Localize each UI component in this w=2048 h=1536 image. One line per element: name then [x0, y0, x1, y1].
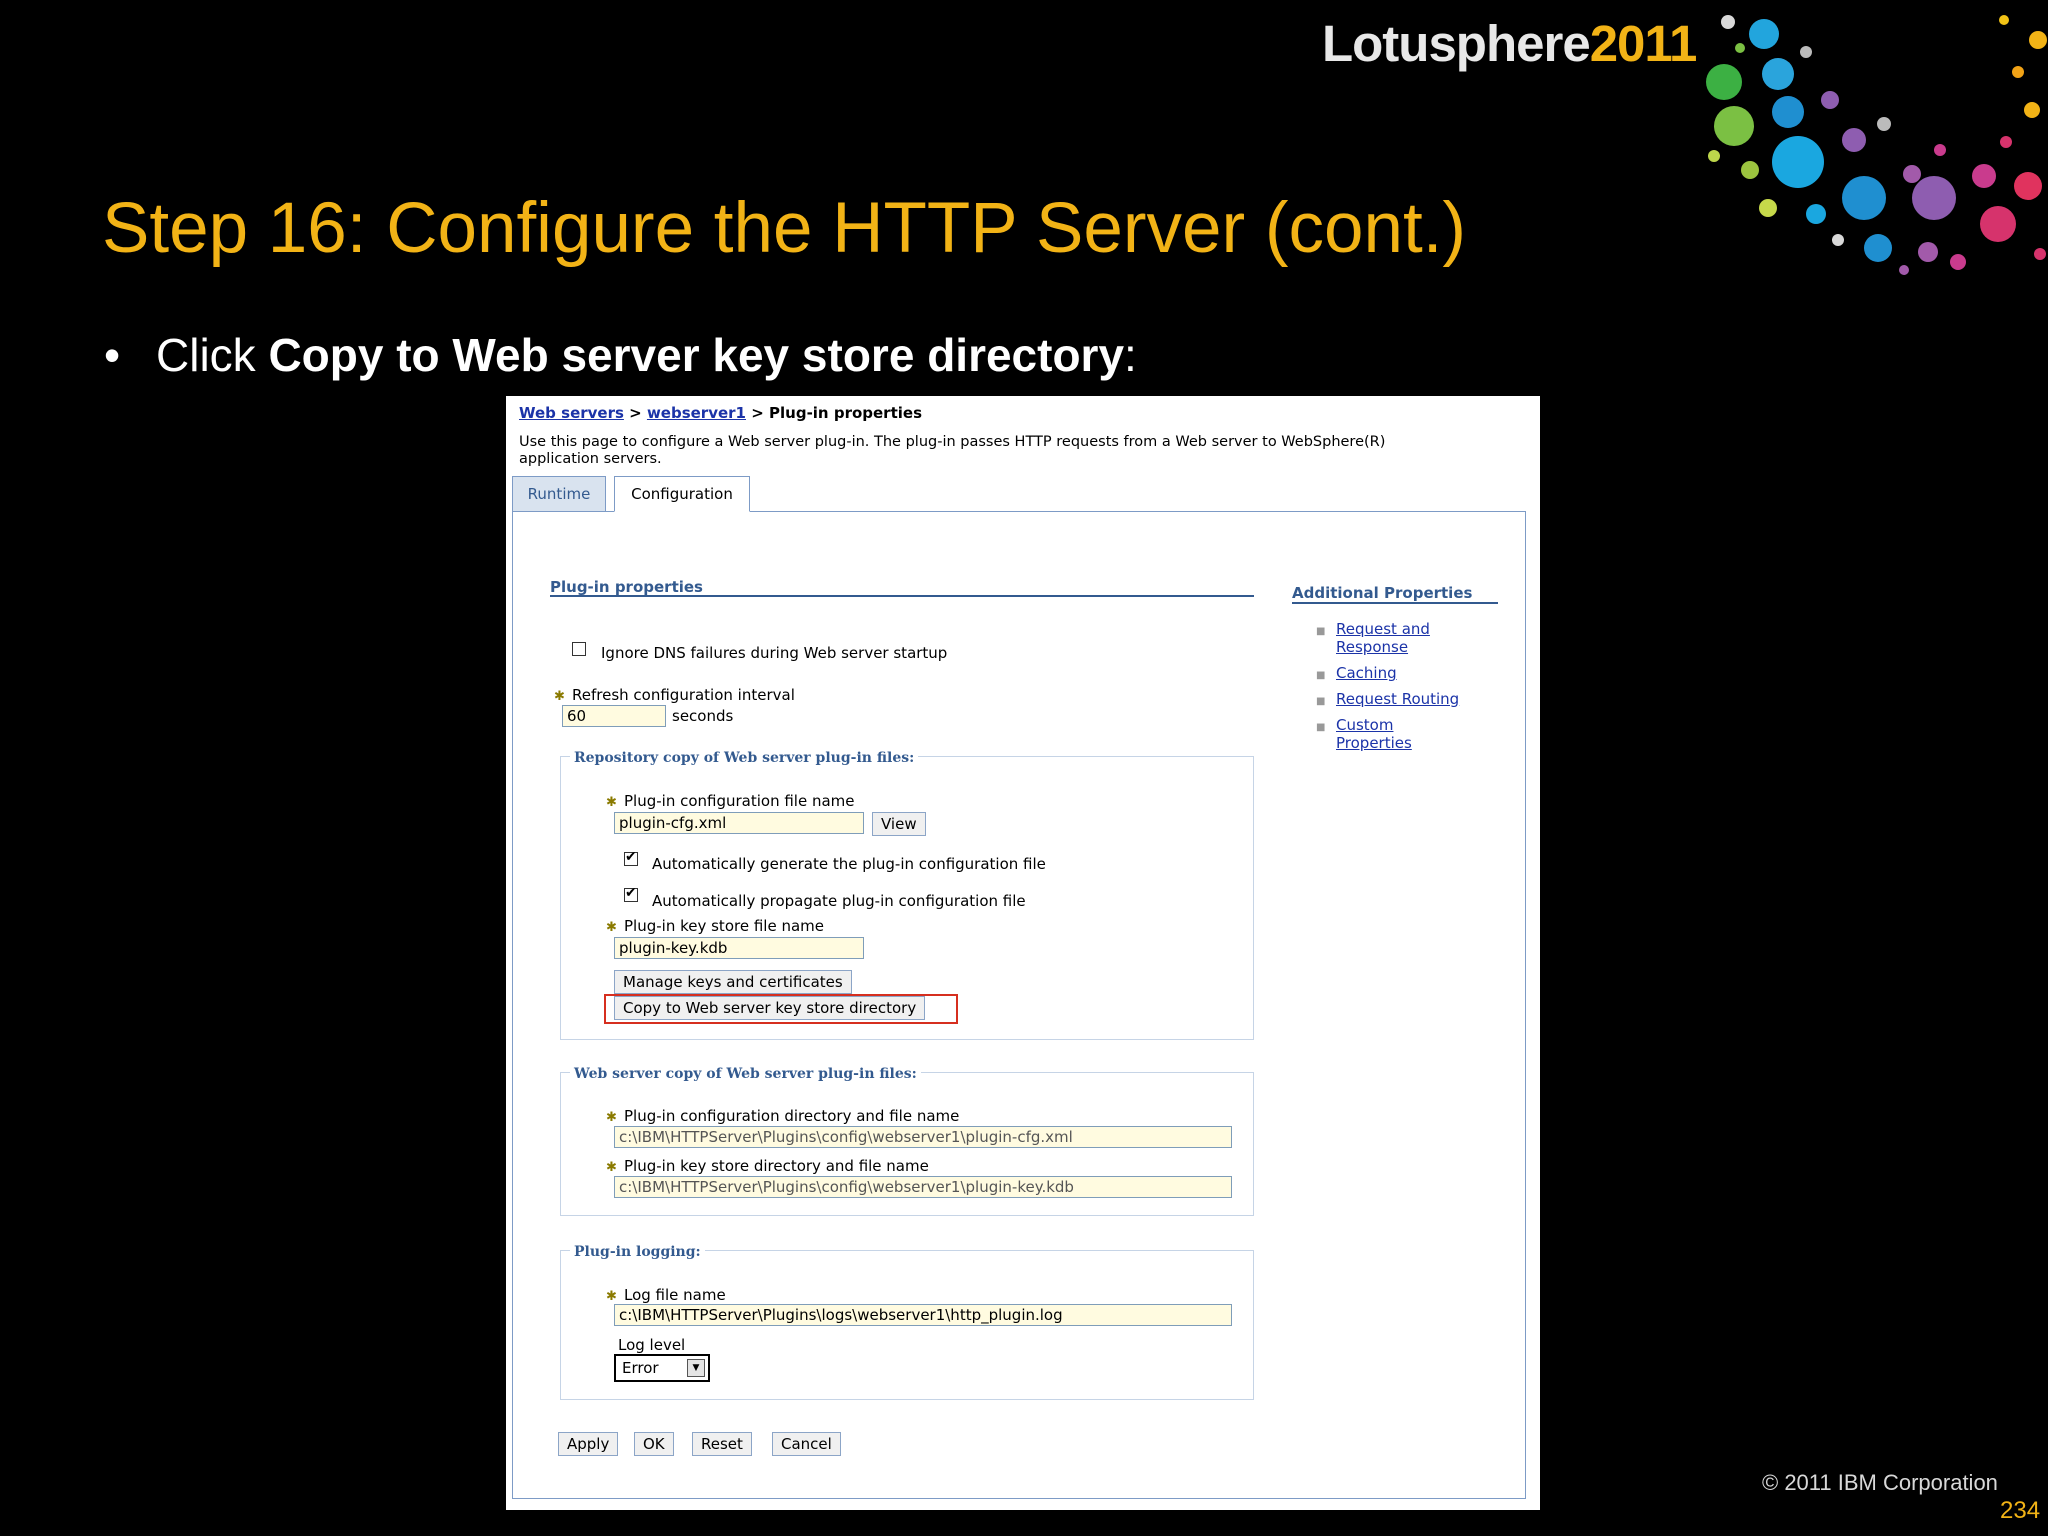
keystore-label: Plug-in key store file name [624, 917, 824, 935]
request-routing-link[interactable]: Request Routing [1336, 690, 1459, 708]
required-star-icon: ✱ [554, 689, 565, 704]
custom-properties-link[interactable]: Custom Properties [1336, 716, 1412, 752]
list-bullet-icon: ■ [1316, 670, 1326, 681]
request-response-link[interactable]: Request and Response [1336, 620, 1430, 656]
auto-generate-checkbox[interactable] [624, 849, 638, 866]
bullet-marker-icon: • [104, 329, 121, 381]
reset-button[interactable]: Reset [692, 1432, 752, 1456]
page-description-line1: Use this page to configure a Web server … [519, 434, 1386, 450]
console-screenshot: Web servers > webserver1 > Plug-in prope… [506, 396, 1540, 1510]
breadcrumb-web-servers-link[interactable]: Web servers [519, 404, 624, 422]
page-number: 234 [2000, 1497, 2041, 1524]
webserver-group-legend: Web server copy of Web server plug-in fi… [570, 1066, 921, 1082]
decorative-dots-graphic [1706, 15, 2047, 275]
brand-year: 2011 [1589, 15, 1698, 72]
brand-name: Lotusphere [1322, 15, 1591, 72]
manage-keys-button[interactable]: Manage keys and certificates [614, 970, 852, 994]
log-level-label: Log level [618, 1336, 686, 1354]
refresh-interval-label: Refresh configuration interval [572, 686, 795, 704]
tab-runtime[interactable]: Runtime [512, 476, 606, 512]
log-file-input[interactable]: c:\IBM\HTTPServer\Plugins\logs\webserver… [614, 1304, 1232, 1326]
list-bullet-icon: ■ [1316, 696, 1326, 707]
section-divider [550, 595, 1254, 597]
apply-button[interactable]: Apply [558, 1432, 619, 1456]
bullet-suffix: : [1124, 329, 1137, 381]
view-button[interactable]: View [872, 812, 926, 836]
link-text-line1: Custom [1336, 716, 1394, 734]
auto-propagate-label: Automatically propagate plug-in configur… [652, 892, 1026, 910]
required-star-icon: ✱ [606, 1289, 617, 1304]
additional-properties-divider [1292, 602, 1498, 604]
dropdown-arrow-icon: ▼ [687, 1359, 705, 1377]
required-star-icon: ✱ [606, 1160, 617, 1175]
config-dir-label: Plug-in configuration directory and file… [624, 1107, 960, 1125]
auto-propagate-checkbox[interactable] [624, 885, 638, 902]
section-title: Plug-in properties [550, 578, 703, 596]
keystore-dir-input[interactable]: c:\IBM\HTTPServer\Plugins\config\webserv… [614, 1176, 1232, 1198]
repository-group-legend: Repository copy of Web server plug-in fi… [570, 750, 919, 766]
refresh-interval-input[interactable]: 60 [562, 705, 666, 727]
config-file-label: Plug-in configuration file name [624, 792, 855, 810]
config-dir-input[interactable]: c:\IBM\HTTPServer\Plugins\config\webserv… [614, 1126, 1232, 1148]
ignore-dns-label: Ignore DNS failures during Web server st… [601, 644, 948, 662]
required-star-icon: ✱ [606, 920, 617, 935]
required-star-icon: ✱ [606, 795, 617, 810]
caching-link[interactable]: Caching [1336, 664, 1397, 682]
copyright-notice: © 2011 IBM Corporation [1762, 1470, 1998, 1495]
ignore-dns-checkbox[interactable] [572, 642, 586, 656]
breadcrumb: Web servers > webserver1 > Plug-in prope… [519, 404, 922, 422]
refresh-interval-unit: seconds [672, 707, 734, 725]
bullet-prefix: Click [156, 329, 269, 381]
brand-logo: Lotusphere2011 [1322, 14, 1698, 73]
link-text-line2: Properties [1336, 734, 1412, 752]
breadcrumb-webserver1-link[interactable]: webserver1 [647, 404, 746, 422]
breadcrumb-separator: > [746, 404, 770, 422]
page-description-line2: application servers. [519, 451, 662, 467]
highlight-box [604, 994, 958, 1024]
auto-generate-label: Automatically generate the plug-in confi… [652, 855, 1046, 873]
slide-title: Step 16: Configure the HTTP Server (cont… [102, 189, 1467, 268]
required-star-icon: ✱ [606, 1110, 617, 1125]
additional-properties-title: Additional Properties [1292, 584, 1473, 602]
log-file-label: Log file name [624, 1286, 726, 1304]
list-bullet-icon: ■ [1316, 626, 1326, 637]
link-text-line1: Request and [1336, 620, 1430, 638]
keystore-input[interactable]: plugin-key.kdb [614, 937, 864, 959]
logging-group-legend: Plug-in logging: [570, 1244, 705, 1260]
breadcrumb-current: Plug-in properties [769, 404, 922, 422]
log-level-value: Error [622, 1359, 659, 1377]
bullet-bold-text: Copy to Web server key store directory [268, 329, 1125, 381]
log-level-select[interactable]: Error ▼ [614, 1354, 710, 1382]
ok-button[interactable]: OK [634, 1432, 674, 1456]
cancel-button[interactable]: Cancel [772, 1432, 841, 1456]
keystore-dir-label: Plug-in key store directory and file nam… [624, 1157, 929, 1175]
list-bullet-icon: ■ [1316, 722, 1326, 733]
breadcrumb-separator: > [623, 404, 647, 422]
slide-bullet: • Click Copy to Web server key store dire… [104, 328, 1137, 382]
config-file-input[interactable]: plugin-cfg.xml [614, 812, 864, 834]
link-text-line2: Response [1336, 638, 1409, 656]
tab-configuration[interactable]: Configuration [614, 476, 750, 512]
